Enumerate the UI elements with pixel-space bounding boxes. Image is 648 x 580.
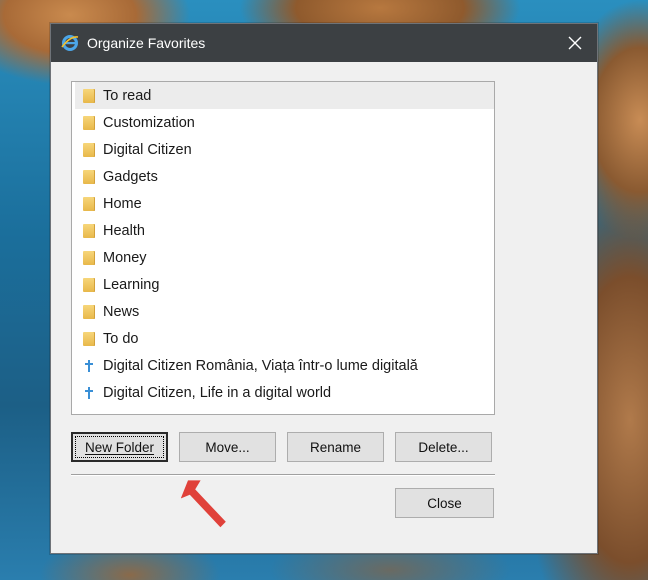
- folder-icon: [83, 88, 95, 103]
- list-item[interactable]: Gadgets: [75, 163, 494, 190]
- pinned-site-icon: [85, 386, 93, 399]
- rename-label: Rename: [309, 439, 362, 455]
- list-item[interactable]: Home: [75, 190, 494, 217]
- list-item[interactable]: Digital Citizen, Life in a digital world: [75, 379, 494, 406]
- list-item-label: News: [103, 303, 140, 320]
- folder-icon: [83, 277, 95, 292]
- list-item[interactable]: Customization: [75, 109, 494, 136]
- new-folder-button[interactable]: New Folder: [71, 432, 168, 462]
- move-button[interactable]: Move...: [179, 432, 276, 462]
- list-item[interactable]: Money: [75, 244, 494, 271]
- list-item-label: Customization: [103, 114, 195, 131]
- list-item[interactable]: To read: [75, 82, 494, 109]
- action-buttons: New Folder Move... Rename Delete...: [71, 432, 495, 464]
- folder-icon: [83, 169, 95, 184]
- list-item-label: Health: [103, 222, 145, 239]
- close-label: Close: [427, 495, 462, 511]
- folder-icon: [83, 223, 95, 238]
- folder-icon: [83, 304, 95, 319]
- favorites-list[interactable]: To read Customization Digital Citizen Ga…: [71, 81, 495, 415]
- folder-icon: [83, 250, 95, 265]
- folder-icon: [83, 115, 95, 130]
- folder-icon: [83, 196, 95, 211]
- list-item-label: Digital Citizen România, Viața într-o lu…: [103, 357, 418, 374]
- organize-favorites-dialog: Organize Favorites To read Customization…: [50, 23, 598, 554]
- list-item[interactable]: To do: [75, 325, 494, 352]
- new-folder-label: New Folder: [84, 439, 155, 455]
- annotation-arrow-icon: [181, 480, 226, 528]
- folder-icon: [83, 142, 95, 157]
- list-item[interactable]: Learning: [75, 271, 494, 298]
- list-item-label: Gadgets: [103, 168, 158, 185]
- rename-button[interactable]: Rename: [287, 432, 384, 462]
- close-icon: [568, 36, 582, 50]
- list-item-label: Home: [103, 195, 142, 212]
- move-label: Move...: [205, 439, 250, 455]
- list-item-label: To read: [103, 87, 152, 104]
- close-window-button[interactable]: [553, 24, 597, 62]
- list-item[interactable]: Health: [75, 217, 494, 244]
- delete-button[interactable]: Delete...: [395, 432, 492, 462]
- list-item[interactable]: News: [75, 298, 494, 325]
- title-bar: Organize Favorites: [51, 24, 597, 62]
- folder-icon: [83, 331, 95, 346]
- list-item-label: Digital Citizen, Life in a digital world: [103, 384, 332, 401]
- list-item[interactable]: Digital Citizen: [75, 136, 494, 163]
- window-title: Organize Favorites: [87, 35, 206, 51]
- list-item-label: Digital Citizen: [103, 141, 192, 158]
- list-item-label: Learning: [103, 276, 160, 293]
- delete-label: Delete...: [418, 439, 469, 455]
- ie-icon: [61, 35, 79, 51]
- list-item-label: To do: [103, 330, 139, 347]
- list-item-label: Money: [103, 249, 147, 266]
- list-item[interactable]: Digital Citizen România, Viața într-o lu…: [75, 352, 494, 379]
- separator: [71, 474, 495, 476]
- pinned-site-icon: [85, 359, 93, 372]
- close-button[interactable]: Close: [395, 488, 494, 518]
